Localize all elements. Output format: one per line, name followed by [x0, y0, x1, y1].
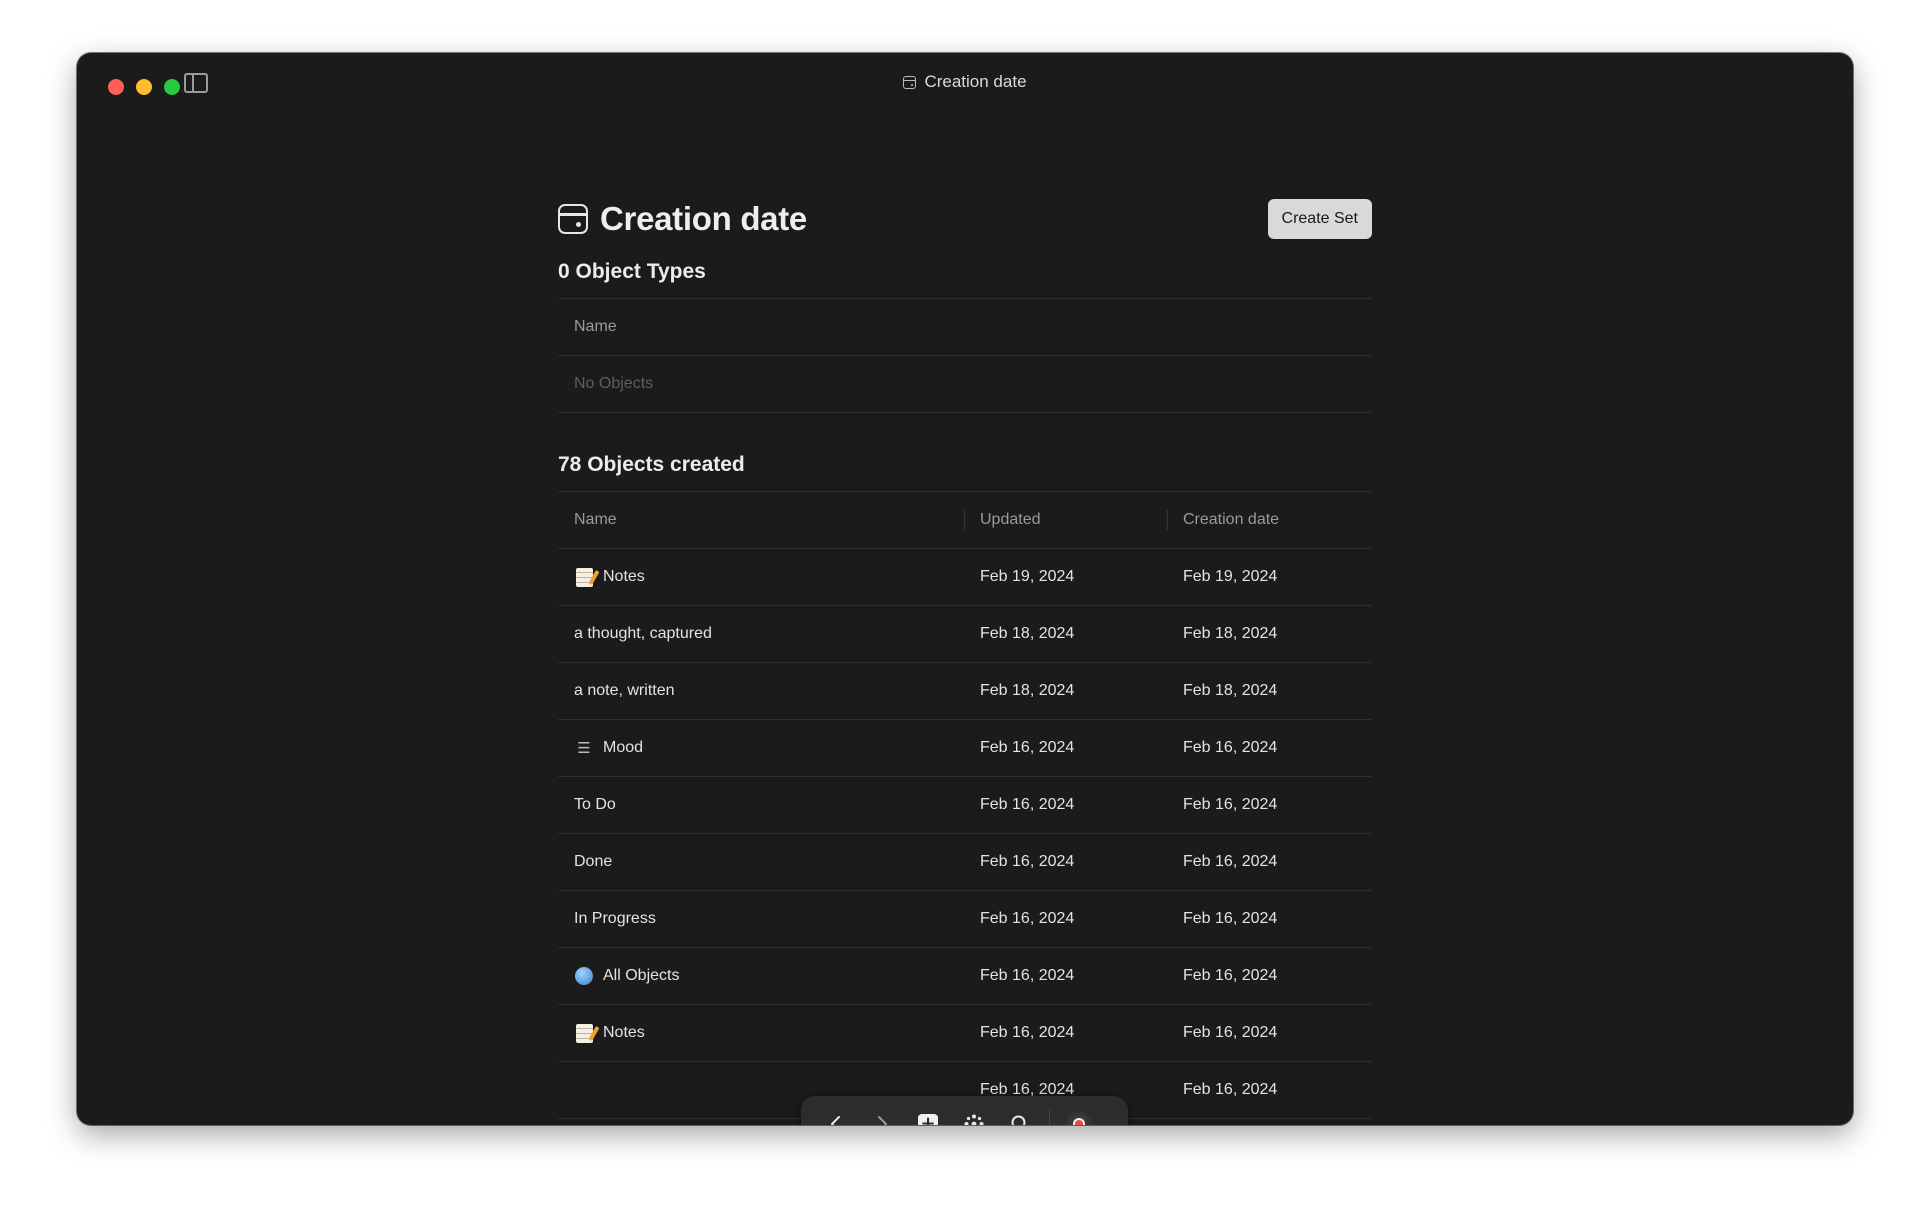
object-name: In Progress	[574, 910, 656, 927]
object-name-cell[interactable]: All Objects	[558, 948, 964, 1004]
main-content: Creation date Create Set 0 Object Types …	[558, 198, 1372, 1119]
object-name: Notes	[603, 1024, 645, 1041]
object-name: All Objects	[603, 967, 680, 984]
creation-date-cell: Feb 16, 2024	[1183, 1024, 1278, 1041]
plus-square-icon[interactable]: +	[905, 1101, 951, 1125]
object-name-cell[interactable]: Notes	[558, 549, 964, 605]
table-row[interactable]: Done Feb 16, 2024 Feb 16, 2024	[558, 834, 1372, 891]
object-name-cell[interactable]: To Do	[558, 777, 964, 833]
object-name: Mood	[603, 739, 644, 756]
updated-date-cell: Feb 16, 2024	[980, 967, 1075, 984]
creation-date-cell: Feb 16, 2024	[1183, 853, 1278, 870]
updated-date-cell: Feb 16, 2024	[980, 1024, 1075, 1041]
profile-avatar-button[interactable]	[1056, 1101, 1102, 1125]
calendar-icon	[903, 75, 917, 89]
updated-date-cell: Feb 16, 2024	[980, 910, 1075, 927]
object-name: Notes	[603, 568, 645, 585]
table-row[interactable]: All Objects Feb 16, 2024 Feb 16, 2024	[558, 948, 1372, 1005]
updated-date-cell: Feb 18, 2024	[980, 625, 1075, 642]
empty-state-text: No Objects	[574, 375, 654, 392]
column-header-name[interactable]: Name	[558, 492, 964, 548]
object-name: a thought, captured	[574, 625, 712, 642]
table-header-row: Name Updated Creation date	[558, 492, 1372, 549]
note-emoji	[574, 567, 594, 587]
updated-date-cell: Feb 16, 2024	[980, 796, 1075, 813]
updated-date-cell: Feb 18, 2024	[980, 682, 1075, 699]
app-window: Creation date Creation date Create Set 0…	[77, 53, 1853, 1125]
object-types-title: 0 Object Types	[558, 260, 706, 283]
table-row[interactable]: In Progress Feb 16, 2024 Feb 16, 2024	[558, 891, 1372, 948]
page-title-group: Creation date	[558, 200, 807, 238]
window-title-text: Creation date	[924, 72, 1027, 91]
creation-date-cell: Feb 16, 2024	[1183, 967, 1278, 984]
creation-date-cell: Feb 16, 2024	[1183, 739, 1278, 756]
updated-date-cell: Feb 19, 2024	[980, 568, 1075, 585]
object-name-cell[interactable]: a note, written	[558, 663, 964, 719]
dock-divider	[1049, 1109, 1050, 1125]
object-name-cell[interactable]: ☰ Mood	[558, 720, 964, 776]
table-row[interactable]: To Do Feb 16, 2024 Feb 16, 2024	[558, 777, 1372, 834]
objects-table: Name Updated Creation date Notes Feb 19, …	[558, 491, 1372, 1119]
list-icon: ☰	[577, 739, 591, 757]
avatar	[1065, 1110, 1093, 1125]
updated-date-cell: Feb 16, 2024	[980, 739, 1075, 756]
column-header-name[interactable]: Name	[558, 299, 1372, 355]
object-types-table: Name No Objects	[558, 298, 1372, 413]
create-set-button[interactable]: Create Set	[1267, 199, 1372, 239]
calendar-icon	[558, 204, 588, 234]
table-row[interactable]: a thought, captured Feb 18, 2024 Feb 18, 2…	[558, 606, 1372, 663]
creation-date-cell: Feb 16, 2024	[1183, 796, 1278, 813]
table-row[interactable]: Notes Feb 16, 2024 Feb 16, 2024	[558, 1005, 1372, 1062]
column-header-creation-date[interactable]: Creation date	[1167, 492, 1372, 548]
updated-date-cell: Feb 16, 2024	[980, 853, 1075, 870]
object-name: To Do	[574, 796, 616, 813]
bottom-navigation-dock: +	[801, 1096, 1128, 1125]
creation-date-cell: Feb 19, 2024	[1183, 568, 1278, 585]
object-name-cell[interactable]: Done	[558, 834, 964, 890]
object-name: a note, written	[574, 682, 675, 699]
creation-date-cell: Feb 16, 2024	[1183, 1081, 1278, 1098]
object-name: Done	[574, 853, 613, 870]
back-arrow-icon[interactable]	[813, 1101, 859, 1125]
table-row[interactable]: ☰ Mood Feb 16, 2024 Feb 16, 2024	[558, 720, 1372, 777]
creation-date-cell: Feb 18, 2024	[1183, 682, 1278, 699]
window-title: Creation date	[77, 72, 1853, 92]
object-name-cell[interactable]: Notes	[558, 1005, 964, 1061]
table-row[interactable]: Notes Feb 19, 2024 Feb 19, 2024	[558, 549, 1372, 606]
column-header-updated[interactable]: Updated	[964, 492, 1167, 548]
forward-arrow-icon[interactable]	[859, 1101, 905, 1125]
globe-icon	[574, 966, 594, 986]
creation-date-cell: Feb 16, 2024	[1183, 910, 1278, 927]
empty-row: No Objects	[558, 356, 1372, 413]
table-header-row: Name	[558, 299, 1372, 356]
objects-created-title: 78 Objects created	[558, 453, 745, 476]
page-title: Creation date	[600, 200, 807, 237]
table-row[interactable]: a note, written Feb 18, 2024 Feb 18, 2024	[558, 663, 1372, 720]
graph-icon[interactable]	[951, 1101, 997, 1125]
object-name-cell[interactable]: In Progress	[558, 891, 964, 947]
creation-date-cell: Feb 18, 2024	[1183, 625, 1278, 642]
note-emoji	[574, 1023, 594, 1043]
object-name-cell[interactable]: a thought, captured	[558, 606, 964, 662]
page-header: Creation date Create Set	[558, 198, 1372, 240]
search-icon[interactable]	[997, 1101, 1043, 1125]
